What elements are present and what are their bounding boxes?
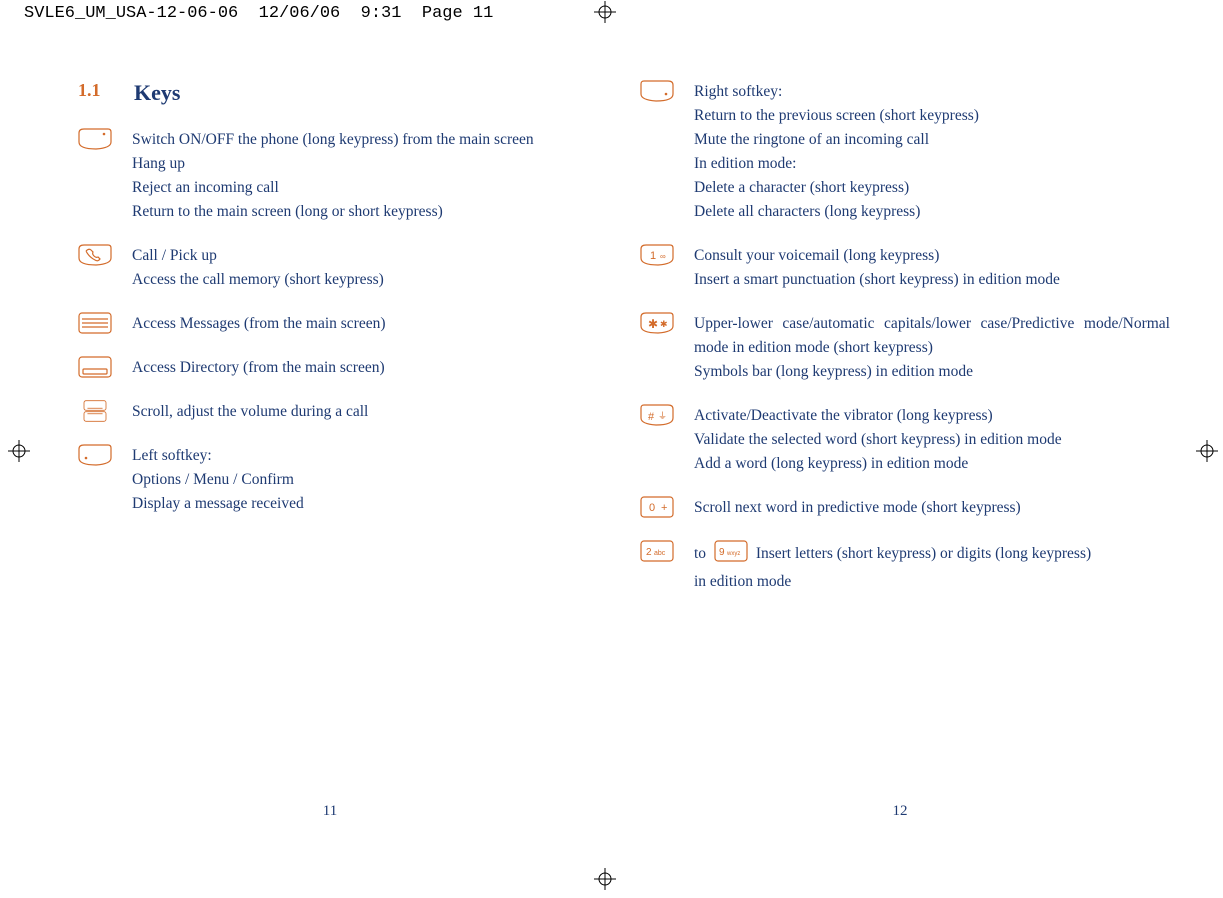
page-left: 1.1 Keys Switch ON/OFF the phone (long k… <box>78 80 608 536</box>
range-tail-first: Insert letters (short keypress) or digit… <box>756 545 1091 562</box>
one-key-icon: 1∞ <box>640 244 694 266</box>
star-key-icon: ✱✱ <box>640 312 694 334</box>
key-description-line: Scroll, adjust the volume during a call <box>132 400 608 424</box>
page-number-left: 11 <box>310 803 350 820</box>
key-description: Access Messages (from the main screen) <box>132 312 608 336</box>
svg-text:2: 2 <box>646 547 652 558</box>
key-description-line: Right softkey: <box>694 80 1170 104</box>
key-row: 1∞Consult your voicemail (long keypress)… <box>640 244 1170 292</box>
key-row: Access Messages (from the main screen) <box>78 312 608 336</box>
key-description-line: Left softkey: <box>132 444 608 468</box>
key-description: Access Directory (from the main screen) <box>132 356 608 380</box>
registration-mark-right <box>1196 440 1218 462</box>
key-description: Scroll next word in predictive mode (sho… <box>694 496 1170 520</box>
registration-mark-top <box>594 1 616 23</box>
svg-text:wxyz: wxyz <box>726 551 740 557</box>
hash-key-icon: #⏚ <box>640 404 694 426</box>
key-description-line: Upper-lower case/automatic capitals/lowe… <box>694 312 1170 360</box>
key-row: Scroll, adjust the volume during a call <box>78 400 608 424</box>
directory-key-icon <box>78 356 132 378</box>
nine-key-icon: 9wxyz <box>714 540 748 570</box>
key-row: Right softkey:Return to the previous scr… <box>640 80 1170 224</box>
key-row: Access Directory (from the main screen) <box>78 356 608 380</box>
key-description: Activate/Deactivate the vibrator (long k… <box>694 404 1170 476</box>
key-row: 0+Scroll next word in predictive mode (s… <box>640 496 1170 520</box>
svg-text:∞: ∞ <box>660 252 666 261</box>
key-description-line: Call / Pick up <box>132 244 608 268</box>
key-row: #⏚Activate/Deactivate the vibrator (long… <box>640 404 1170 476</box>
power-key-icon <box>78 128 132 150</box>
svg-text:✱: ✱ <box>660 319 668 329</box>
registration-mark-left <box>8 440 30 462</box>
left-softkey-icon <box>78 444 132 466</box>
key-description-line: Consult your voicemail (long keypress) <box>694 244 1170 268</box>
key-description: Switch ON/OFF the phone (long keypress) … <box>132 128 608 224</box>
key-description-line: Return to the previous screen (short key… <box>694 104 1170 128</box>
svg-text:abc: abc <box>654 550 666 557</box>
key-row: Switch ON/OFF the phone (long keypress) … <box>78 128 608 224</box>
svg-text:9: 9 <box>719 547 725 558</box>
svg-text:0: 0 <box>649 502 655 514</box>
key-description-line: Options / Menu / Confirm <box>132 468 608 492</box>
key-row: ✱✱Upper-lower case/automatic capitals/lo… <box>640 312 1170 384</box>
key-description-line: Hang up <box>132 152 608 176</box>
key-description-line: Switch ON/OFF the phone (long keypress) … <box>132 128 608 152</box>
range-to-label: to <box>694 545 706 562</box>
key-description-line: Return to the main screen (long or short… <box>132 200 608 224</box>
page-right: Right softkey:Return to the previous scr… <box>640 80 1170 614</box>
range-tail-second: in edition mode <box>694 570 1170 594</box>
print-slugline: SVLE6_UM_USA-12-06-06 12/06/06 9:31 Page… <box>24 4 493 23</box>
scroll-key-icon <box>78 400 132 422</box>
key-description-line: Delete all characters (long keypress) <box>694 200 1170 224</box>
svg-text:+: + <box>661 502 667 514</box>
key-description-line: In edition mode: <box>694 152 1170 176</box>
svg-text:#: # <box>648 411 655 423</box>
key-row: Left softkey:Options / Menu / ConfirmDis… <box>78 444 608 516</box>
key-description-line: Add a word (long keypress) in edition mo… <box>694 452 1170 476</box>
zero-key-icon: 0+ <box>640 496 694 518</box>
key-description-line: Reject an incoming call <box>132 176 608 200</box>
section-heading: 1.1 Keys <box>78 80 608 106</box>
right-softkey-icon <box>640 80 694 102</box>
svg-text:⏚: ⏚ <box>658 411 667 421</box>
two-key-icon: 2abc <box>640 540 694 562</box>
key-description: Scroll, adjust the volume during a call <box>132 400 608 424</box>
registration-mark-bottom <box>594 868 616 890</box>
key-description-line: Access the call memory (short keypress) <box>132 268 608 292</box>
page-number-right: 12 <box>880 803 920 820</box>
key-description-line: Access Messages (from the main screen) <box>132 312 608 336</box>
messages-key-icon <box>78 312 132 334</box>
key-description: Consult your voicemail (long keypress)In… <box>694 244 1170 292</box>
key-description-line: Display a message received <box>132 492 608 516</box>
left-column-list: Switch ON/OFF the phone (long keypress) … <box>78 128 608 516</box>
svg-text:✱: ✱ <box>648 317 658 331</box>
right-column-list: Right softkey:Return to the previous scr… <box>640 80 1170 520</box>
key-description-line: Activate/Deactivate the vibrator (long k… <box>694 404 1170 428</box>
key-description: Left softkey:Options / Menu / ConfirmDis… <box>132 444 608 516</box>
key-description: Right softkey:Return to the previous scr… <box>694 80 1170 224</box>
key-description-line: Delete a character (short keypress) <box>694 176 1170 200</box>
key-description: Upper-lower case/automatic capitals/lowe… <box>694 312 1170 384</box>
key-description-line: Scroll next word in predictive mode (sho… <box>694 496 1170 520</box>
section-title: Keys <box>134 80 180 106</box>
key-row-range: 2abc to 9wxyz Insert letters (short keyp… <box>640 540 1170 594</box>
section-number: 1.1 <box>78 80 130 101</box>
key-description-line: Validate the selected word (short keypre… <box>694 428 1170 452</box>
call-key-icon <box>78 244 132 266</box>
key-description-line: Insert a smart punctuation (short keypre… <box>694 268 1170 292</box>
key-description: Call / Pick upAccess the call memory (sh… <box>132 244 608 292</box>
key-description-line: Mute the ringtone of an incoming call <box>694 128 1170 152</box>
svg-text:1: 1 <box>650 250 656 262</box>
key-description-line: Symbols bar (long keypress) in edition m… <box>694 360 1170 384</box>
key-row: Call / Pick upAccess the call memory (sh… <box>78 244 608 292</box>
key-description-line: Access Directory (from the main screen) <box>132 356 608 380</box>
